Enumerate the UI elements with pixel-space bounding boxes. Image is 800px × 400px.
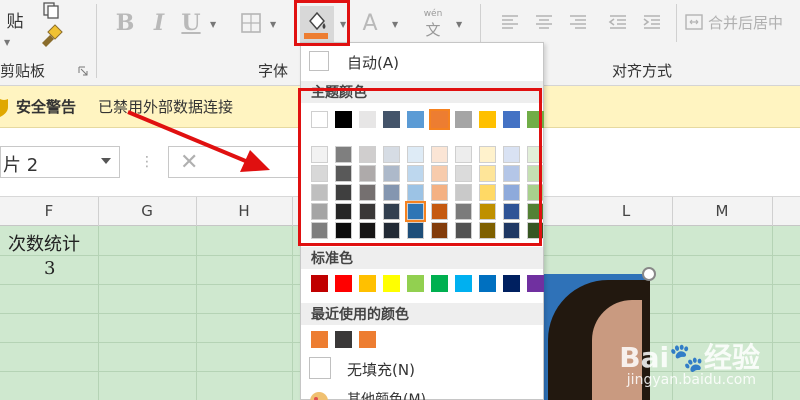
column-divider [772,197,773,227]
format-painter-icon [42,24,63,47]
paw-icon: 🐾 [669,341,704,374]
borders-icon [241,13,261,33]
merge-center-button[interactable]: 合并后居中 [684,8,800,36]
paste-button[interactable]: 贴 [0,4,30,34]
security-warning-title: 安全警告 [16,98,77,116]
standard-color-swatch[interactable] [455,275,472,292]
standard-color-swatch[interactable] [479,275,496,292]
paste-label: 贴 [6,11,24,32]
font-group-label: 字体 [258,62,289,80]
rotate-handle[interactable] [642,267,656,281]
bold-button[interactable]: B [112,8,138,38]
ribbon-separator [96,4,97,78]
recent-colors-title: 最近使用的颜色 [311,307,409,323]
underline-label: U [181,10,201,36]
standard-color-swatch[interactable] [503,275,520,292]
standard-color-swatch[interactable] [431,275,448,292]
italic-label: I [153,10,165,36]
recent-color-swatch[interactable] [311,331,328,348]
recent-colors-header: 最近使用的颜色 [301,303,543,325]
font-color-dropdown-arrow[interactable]: ▼ [392,20,398,29]
clipboard-launcher-icon[interactable] [78,66,88,76]
underline-dropdown-arrow[interactable]: ▼ [210,20,216,29]
align-center-button[interactable] [532,10,556,34]
palette-icon [310,392,328,400]
watermark-brand-text: Bai [619,341,670,374]
shield-icon [0,99,8,117]
borders-button[interactable] [238,10,264,36]
alignment-group-label: 对齐方式 [612,62,673,80]
recent-color-swatch[interactable] [359,331,376,348]
copy-button[interactable] [38,0,64,20]
decrease-indent-icon [608,15,626,29]
standard-color-swatch[interactable] [359,275,376,292]
increase-indent-button[interactable] [640,10,664,34]
font-color-label: A [362,10,378,36]
bold-label: B [115,10,135,36]
align-left-icon [502,15,518,29]
align-left-button[interactable] [498,10,522,34]
more-colors-label: 其他颜色(M)... [347,392,440,400]
phonetic-dropdown-arrow[interactable]: ▼ [456,20,462,29]
standard-colors-header: 标准色 [301,247,543,269]
name-box-dropdown-arrow[interactable] [101,158,111,164]
copy-icon [43,2,59,19]
auto-color-swatch [309,51,329,71]
cell-f2[interactable]: 3 [44,258,55,279]
no-fill-item[interactable]: 无填充(N) [301,353,543,383]
standard-color-swatch[interactable] [383,275,400,292]
phonetic-top-label: wén [423,8,443,19]
name-box[interactable]: 片 2 [0,146,120,178]
watermark-brand: Bai🐾经验 [619,336,760,376]
cancel-icon[interactable]: ✕ [180,150,198,175]
standard-color-swatch[interactable] [311,275,328,292]
auto-color-item[interactable]: 自动(A) [301,47,543,77]
no-fill-swatch [309,357,331,379]
column-header-m[interactable]: M [672,202,772,220]
phonetic-bottom-label: 文 [425,20,441,39]
underline-button[interactable]: U [178,8,204,38]
standard-color-swatch[interactable] [335,275,352,292]
align-right-icon [570,15,586,29]
security-warning-message: 已禁用外部数据连接 [98,98,234,116]
phonetic-button[interactable]: wén 文 [418,6,448,42]
column-header-h[interactable]: H [196,202,292,220]
font-color-button[interactable]: A [356,8,384,38]
merge-label: 合并后居中 [708,13,784,32]
recent-color-swatch[interactable] [335,331,352,348]
borders-dropdown-arrow[interactable]: ▼ [270,20,276,29]
name-box-value: 片 2 [3,155,39,176]
clipboard-group-label: 剪贴板 [0,62,46,80]
column-divider [292,197,293,227]
no-fill-label: 无填充(N) [347,361,415,379]
standard-color-swatch[interactable] [407,275,424,292]
italic-button[interactable]: I [146,8,172,38]
auto-color-label: 自动(A) [347,54,399,72]
standard-color-swatch[interactable] [527,275,544,292]
ribbon-separator [676,4,677,42]
cell-f1[interactable]: 次数统计 [8,230,80,256]
column-header-g[interactable]: G [98,202,196,220]
align-right-button[interactable] [566,10,590,34]
paste-dropdown-arrow[interactable]: ▼ [4,38,10,47]
highlight-theme-colors [298,88,542,246]
column-header-f[interactable]: F [0,202,98,220]
format-painter-button[interactable] [36,22,66,50]
merge-icon [685,14,703,30]
highlight-fill-button [294,0,350,46]
increase-indent-icon [643,15,660,29]
watermark-suffix: 经验 [703,341,760,374]
decrease-indent-button[interactable] [606,10,630,34]
formula-bar-grip[interactable]: ⋮ [140,154,154,170]
watermark-site: jingyan.baidu.com [626,372,756,388]
column-header-l[interactable]: L [580,202,672,220]
align-center-icon [536,15,552,29]
standard-colors-title: 标准色 [311,251,353,267]
more-colors-item[interactable]: 其他颜色(M)... [301,387,543,400]
